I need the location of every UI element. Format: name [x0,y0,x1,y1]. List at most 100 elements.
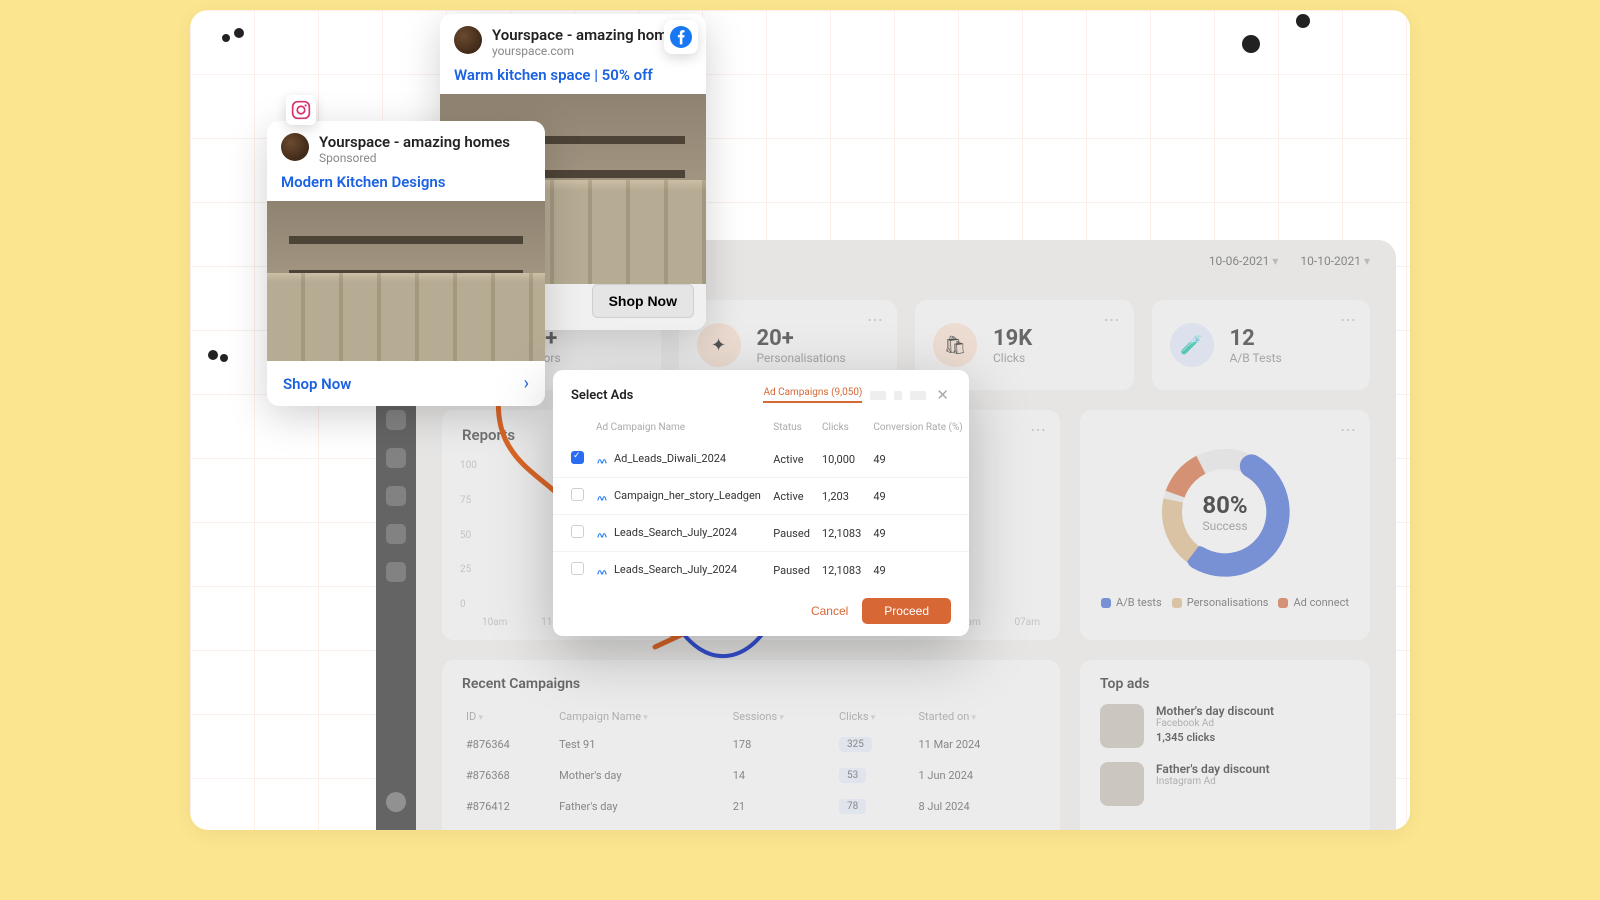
col-cr[interactable]: Conversion Rate (%) [867,414,969,441]
fb-headline: Warm kitchen space | 50% off [440,64,706,94]
campaign-name: Leads_Search_July_2024 [590,515,767,552]
decoration-dot [208,350,218,360]
top-ad-row[interactable]: Mother's day discount Facebook Ad 1,345 … [1100,704,1350,748]
status: Paused [767,515,816,552]
more-icon[interactable]: ⋯ [1030,420,1046,439]
flask-icon: 🧪 [1170,323,1214,367]
donut-label: Success [1202,519,1247,533]
date-to[interactable]: 10-10-2021 [1300,254,1370,268]
cancel-button[interactable]: Cancel [811,598,848,624]
stat-label: Clicks [993,351,1032,365]
col-id[interactable]: ID [462,704,555,729]
sidebar-item[interactable] [386,562,406,582]
top-ad-row[interactable]: Father's day discount Instagram Ad [1100,762,1350,806]
success-donut-panel: ⋯ 80% Success A [1080,410,1370,640]
top-ads-panel: Top ads Mother's day discount Facebook A… [1080,660,1370,830]
sidebar-item[interactable] [386,486,406,506]
conversion-rate: 49 [867,478,969,515]
checkbox[interactable] [571,488,584,501]
date-range: 10-06-2021 10-10-2021 [1209,254,1370,268]
canvas-frame: 10-06-2021 10-10-2021 👤 20+ Visitors ⋯ ✦… [190,10,1410,830]
table-row[interactable]: #876364Test 9117832511 Mar 2024 [462,729,1040,760]
table-row[interactable]: Ad_Leads_Diwali_2024Active10,00049 [553,441,969,478]
more-icon[interactable]: ⋯ [1104,310,1120,329]
stat-value: 20+ [757,326,846,351]
select-ads-modal: Select Ads Ad Campaigns (9,050) ✕ Ad Cam… [553,370,969,636]
tab-ad-campaigns[interactable]: Ad Campaigns (9,050) [763,387,862,403]
stat-label: A/B Tests [1230,351,1282,365]
sponsored-label: Sponsored [319,151,510,165]
reports-y-axis: 100 75 50 25 0 [460,460,477,610]
checkbox[interactable] [571,525,584,538]
brand-name: Yourspace - amazing homes [319,133,510,151]
brand-name: Yourspace - amazing homes [492,26,683,44]
thumb-icon [1100,704,1144,748]
tab-placeholder[interactable] [870,391,886,400]
bag-icon: 🛍 [933,323,977,367]
shop-now-button[interactable]: Shop Now [592,284,694,318]
more-icon[interactable]: ⋯ [867,310,883,329]
decoration-dot [1242,35,1260,53]
donut-legend: A/B tests Personalisations Ad connect [1101,596,1349,609]
col-name[interactable]: Campaign Name [555,704,729,729]
ig-headline: Modern Kitchen Designs [267,171,545,201]
conversion-rate: 49 [867,515,969,552]
col-sessions[interactable]: Sessions [729,704,835,729]
recent-title: Recent Campaigns [462,676,1040,692]
stat-value: 19K [993,326,1032,351]
more-icon[interactable]: ⋯ [1340,310,1356,329]
clicks: 1,203 [816,478,867,515]
clicks: 12,1083 [816,515,867,552]
sidebar-item[interactable] [386,410,406,430]
sidebar-item[interactable] [386,524,406,544]
facebook-icon [664,20,698,54]
stat-label: Personalisations [757,351,846,365]
stat-card-abtests: 🧪 12 A/B Tests ⋯ [1152,300,1371,390]
campaign-name: Leads_Search_July_2024 [590,552,767,589]
col-clicks[interactable]: Clicks [816,414,867,441]
tab-placeholder[interactable] [894,391,902,400]
brand-avatar-icon [281,133,309,161]
select-ads-table: Ad Campaign Name Status Clicks Conversio… [553,414,969,588]
table-row[interactable]: Campaign_her_story_LeadgenActive1,20349 [553,478,969,515]
status: Paused [767,552,816,589]
chevron-right-icon[interactable]: › [524,373,529,394]
modal-title: Select Ads [571,388,633,403]
topads-title: Top ads [1100,676,1350,692]
col-campaign-name[interactable]: Ad Campaign Name [590,414,767,441]
conversion-rate: 49 [867,552,969,589]
date-from[interactable]: 10-06-2021 [1209,254,1279,268]
thumb-icon [1100,762,1144,806]
legend-abtests: A/B tests [1101,596,1162,609]
proceed-button[interactable]: Proceed [862,598,951,624]
star-icon: ✦ [697,323,741,367]
sidebar-item[interactable] [386,448,406,468]
instagram-ad-preview: Yourspace - amazing homes Sponsored Mode… [267,121,545,406]
stat-value: 12 [1230,326,1282,351]
conversion-rate: 49 [867,441,969,478]
sidebar-avatar[interactable] [386,792,406,812]
instagram-icon [286,95,316,125]
table-row[interactable]: Leads_Search_July_2024Paused12,108349 [553,515,969,552]
more-icon[interactable]: ⋯ [1340,420,1356,439]
table-row[interactable]: Leads_Search_July_2024Paused12,108349 [553,552,969,589]
col-status[interactable]: Status [767,414,816,441]
table-row[interactable]: #876412Father's day21788 Jul 2024 [462,791,1040,822]
donut-chart: 80% Success [1155,442,1295,582]
shop-now-link[interactable]: Shop Now [283,375,351,393]
col-started[interactable]: Started on [915,704,1041,729]
clicks: 12,1083 [816,552,867,589]
ad-image [267,201,545,361]
campaign-name: Campaign_her_story_Leadgen [590,478,767,515]
checkbox[interactable] [571,451,584,464]
close-icon[interactable]: ✕ [934,386,951,404]
status: Active [767,441,816,478]
col-clicks[interactable]: Clicks [835,704,915,729]
legend-adconnect: Ad connect [1278,596,1348,609]
tab-placeholder[interactable] [910,391,926,400]
checkbox[interactable] [571,562,584,575]
table-row[interactable]: #876368Mother's day14531 Jun 2024 [462,760,1040,791]
decoration-dot [234,28,244,38]
decoration-dot [1296,14,1310,28]
recent-campaigns-panel: Recent Campaigns ID Campaign Name Sessio… [442,660,1060,830]
